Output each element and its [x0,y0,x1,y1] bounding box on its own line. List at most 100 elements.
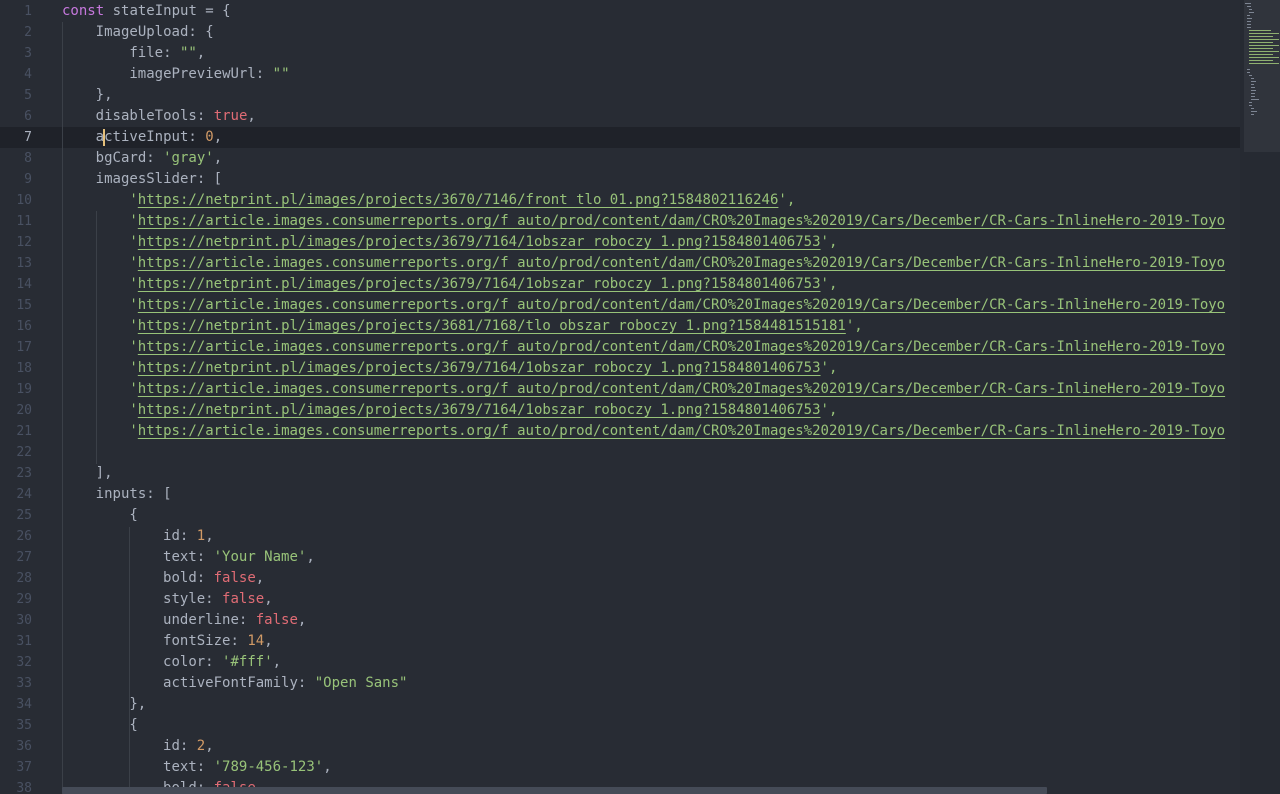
code-token: imagePreviewUrl: [129,66,273,82]
line-number: 18 [16,361,32,376]
code-text: imagesSlider: [ [96,169,222,190]
code-line[interactable]: 33 activeFontFamily: "Open Sans" [0,673,1240,694]
code-token: }, [129,696,147,712]
line-number: 9 [24,172,32,187]
line-number: 3 [24,46,32,61]
code-text: ], [96,463,113,484]
url-token: https://article.images.consumerreports.o… [137,213,1226,229]
code-text: 'https://netprint.pl/images/projects/367… [129,190,795,211]
url-token: https://netprint.pl/images/projects/3670… [137,192,779,208]
code-line[interactable]: 20 'https://netprint.pl/images/projects/3… [0,400,1240,421]
line-number: 11 [16,214,32,229]
code-text: imagePreviewUrl: "" [129,64,289,85]
code-token: ' [129,213,138,229]
code-token: text: [163,759,214,775]
line-number: 31 [16,634,32,649]
line-number: 17 [16,340,32,355]
code-line[interactable]: 16 'https://netprint.pl/images/projects/3… [0,316,1240,337]
minimap-line [1249,102,1252,103]
code-token: color: [163,654,223,670]
code-line[interactable]: 27 text: 'Your Name', [0,547,1240,568]
minimap-line [1249,48,1274,49]
code-line[interactable]: 12 'https://netprint.pl/images/projects/3… [0,232,1240,253]
code-line[interactable]: 35 { [0,715,1240,736]
code-text: 'https://article.images.consumerreports.… [129,337,1225,358]
code-token: text: [163,549,214,565]
code-line[interactable]: 25 { [0,505,1240,526]
code-line[interactable]: 15 'https://article.images.consumerreport… [0,295,1240,316]
horizontal-scrollbar[interactable] [62,787,1047,794]
code-token: id: [163,738,197,754]
code-line[interactable]: 14 'https://netprint.pl/images/projects/3… [0,274,1240,295]
minimap-line [1249,36,1273,37]
code-token: , [264,591,273,607]
code-text: 'https://netprint.pl/images/projects/367… [129,274,837,295]
code-line[interactable]: 34}, [0,694,1240,715]
minimap-line [1247,18,1253,19]
code-text: 'https://netprint.pl/images/projects/368… [129,316,862,337]
code-line[interactable]: 1 const stateInput = { [0,1,1240,22]
code-line[interactable]: 22 [0,442,1240,463]
code-line[interactable]: 37 text: '789-456-123', [0,757,1240,778]
code-token: ', [820,234,838,250]
line-number: 24 [16,487,32,502]
minimap-viewport-slider[interactable] [1244,0,1280,152]
code-line[interactable]: 30 underline: false, [0,610,1240,631]
code-token: file: [129,45,180,61]
code-line[interactable]: 10 'https://netprint.pl/images/projects/3… [0,190,1240,211]
code-line[interactable]: 26 id: 1, [0,526,1240,547]
code-line[interactable]: 19 'https://article.images.consumerreport… [0,379,1240,400]
code-line[interactable]: 13 'https://article.images.consumerreport… [0,253,1240,274]
indent-guide [129,527,131,794]
minimap-line [1247,72,1250,73]
code-line[interactable]: 7 activeInput: 0, [0,127,1240,148]
code-line[interactable]: 8 bgCard: 'gray', [0,148,1240,169]
line-number: 19 [16,382,32,397]
code-line[interactable]: 9 imagesSlider: [ [0,169,1240,190]
code-token: bgCard: [95,150,164,166]
code-line[interactable]: 21 'https://article.images.consumerreport… [0,421,1240,442]
minimap-line [1247,24,1252,25]
code-line[interactable]: 29 style: false, [0,589,1240,610]
line-number: 2 [24,25,32,40]
code-line[interactable]: 32 color: '#fff', [0,652,1240,673]
code-text: inputs: [ [96,484,172,505]
code-line[interactable]: 11 'https://article.images.consumerreport… [0,211,1240,232]
line-number: 7 [24,130,32,145]
code-line[interactable]: 23], [0,463,1240,484]
minimap[interactable] [1240,0,1280,794]
line-number: 29 [16,592,32,607]
url-token: https://netprint.pl/images/projects/3679… [137,402,821,418]
code-line[interactable]: 24 inputs: [ [0,484,1240,505]
code-line[interactable]: 31 fontSize: 14, [0,631,1240,652]
code-token: ' [129,402,138,418]
minimap-line [1247,69,1250,70]
code-token: style: [163,591,223,607]
minimap-line [1249,33,1279,34]
minimap-line [1251,84,1255,85]
code-line[interactable]: 17 'https://article.images.consumerreport… [0,337,1240,358]
code-line[interactable]: 6 disableTools: true, [0,106,1240,127]
url-token: https://article.images.consumerreports.o… [137,339,1226,355]
code-text: id: 1, [163,526,214,547]
line-number: 5 [24,88,32,103]
minimap-line [1251,111,1257,112]
code-line[interactable]: 3 file: "", [0,43,1240,64]
code-token: , [205,528,214,544]
code-line[interactable]: 18 'https://netprint.pl/images/projects/3… [0,358,1240,379]
code-line[interactable]: 5}, [0,85,1240,106]
code-line[interactable]: 4 imagePreviewUrl: "" [0,64,1240,85]
code-editor[interactable]: 1 const stateInput = {2 ImageUpload: { 3 fil… [0,0,1240,794]
code-line[interactable]: 28 bold: false, [0,568,1240,589]
code-token: false [213,570,256,586]
minimap-line [1247,21,1252,22]
line-number: 28 [16,571,32,586]
line-number: 16 [16,319,32,334]
minimap-line [1249,54,1273,55]
code-line[interactable]: 2 ImageUpload: { [0,22,1240,43]
code-line[interactable]: 36 id: 2, [0,736,1240,757]
code-token: ' [129,297,138,313]
code-token: "" [272,66,290,82]
indent-guide [95,211,97,464]
line-number: 21 [16,424,32,439]
